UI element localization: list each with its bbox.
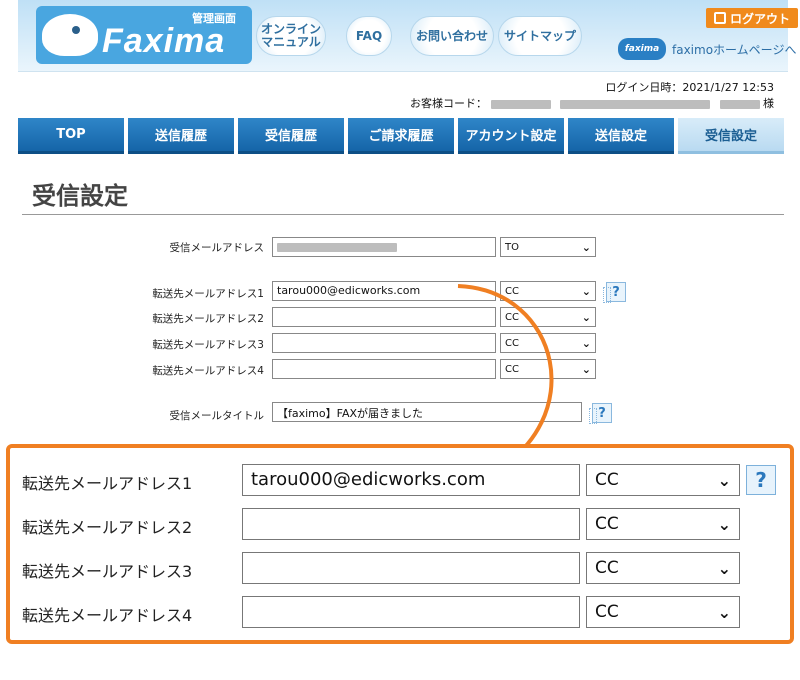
forward-email-4-label: 転送先メールアドレス4 bbox=[152, 365, 264, 377]
page-title: 受信設定 bbox=[32, 182, 128, 210]
zoom-forward-email-3-input[interactable] bbox=[242, 552, 580, 584]
tab-account-settings[interactable]: アカウント設定 bbox=[458, 118, 564, 154]
forward-email-4-select[interactable]: CC ⌄ bbox=[500, 359, 596, 379]
redacted-code bbox=[490, 99, 551, 109]
chevron-down-icon: ⌄ bbox=[581, 284, 591, 298]
main-tabs: TOP 送信履歴 受信履歴 ご請求履歴 アカウント設定 送信設定 受信設定 bbox=[18, 118, 784, 154]
zoom-forward-email-4-label: 転送先メールアドレス4 bbox=[22, 606, 193, 625]
tab-send-settings[interactable]: 送信設定 bbox=[568, 118, 674, 154]
nav-sitemap-label: サイトマップ bbox=[503, 28, 576, 43]
tab-top[interactable]: TOP bbox=[18, 118, 124, 154]
logout-label: ログアウト bbox=[729, 11, 790, 26]
receive-email-label: 受信メールアドレス bbox=[169, 242, 265, 254]
nav-contact-label: お問い合わせ bbox=[415, 28, 488, 43]
zoom-forward-email-3-label: 転送先メールアドレス3 bbox=[22, 562, 193, 581]
zoom-forward-email-1-select[interactable]: CC ⌄ bbox=[586, 464, 740, 496]
forward-email-3-select[interactable]: CC ⌄ bbox=[500, 333, 596, 353]
zoom-forward-email-2-label: 転送先メールアドレス2 bbox=[22, 518, 193, 537]
chevron-down-icon: ⌄ bbox=[717, 514, 731, 534]
chevron-down-icon: ⌄ bbox=[717, 470, 731, 490]
zoom-forward-email-3-select-value: CC bbox=[595, 558, 619, 578]
chevron-down-icon: ⌄ bbox=[717, 602, 731, 622]
help-icon[interactable]: ? bbox=[589, 403, 612, 424]
logo-name: Faxima bbox=[102, 22, 226, 60]
forward-email-1-input[interactable]: tarou000@edicworks.com bbox=[272, 281, 496, 301]
zoom-forward-email-1-input[interactable]: tarou000@edicworks.com bbox=[242, 464, 580, 496]
tab-billing-history[interactable]: ご請求履歴 bbox=[348, 118, 454, 154]
customer-code-line: お客様コード： 様 bbox=[410, 96, 774, 112]
mail-title-input[interactable]: 【faximo】FAXが届きました bbox=[272, 402, 582, 422]
login-info: ログイン日時：2021/1/27 12:53 お客様コード： 様 bbox=[410, 80, 774, 112]
faximo-small-logo: faxima bbox=[618, 38, 666, 60]
zoom-forward-email-1-select-value: CC bbox=[595, 470, 619, 490]
receive-email-select-value: TO bbox=[505, 241, 519, 253]
zoom-forward-email-2-input[interactable] bbox=[242, 508, 580, 540]
forward-email-2-input[interactable] bbox=[272, 307, 496, 327]
zoom-forward-email-4-select[interactable]: CC ⌄ bbox=[586, 596, 740, 628]
zoom-forward-email-3-select[interactable]: CC ⌄ bbox=[586, 552, 740, 584]
redacted-email bbox=[277, 242, 397, 252]
mascot-icon bbox=[42, 14, 98, 56]
login-datetime: ログイン日時：2021/1/27 12:53 bbox=[605, 81, 774, 94]
zoomed-forward-section: 転送先メールアドレス1 tarou000@edicworks.com CC ⌄ … bbox=[6, 444, 794, 644]
homepage-link-label: faximoホームページへ bbox=[672, 42, 797, 57]
mail-title-label: 受信メールタイトル bbox=[169, 410, 265, 422]
logout-button[interactable]: ログアウト bbox=[706, 8, 798, 28]
zoom-forward-email-4-select-value: CC bbox=[595, 602, 619, 622]
nav-faq[interactable]: FAQ bbox=[346, 16, 392, 56]
receive-email-select[interactable]: TO ⌄ bbox=[500, 237, 596, 257]
customer-code-label: お客様コード： bbox=[410, 97, 487, 110]
forward-email-3-label: 転送先メールアドレス3 bbox=[152, 339, 264, 351]
logout-icon bbox=[713, 12, 726, 24]
chevron-down-icon: ⌄ bbox=[717, 558, 731, 578]
tab-receive-settings[interactable]: 受信設定 bbox=[678, 118, 784, 154]
forward-email-4-select-value: CC bbox=[505, 363, 519, 375]
zoom-forward-email-4-input[interactable] bbox=[242, 596, 580, 628]
forward-email-3-select-value: CC bbox=[505, 337, 519, 349]
title-divider bbox=[22, 214, 784, 215]
forward-email-1-select-value: CC bbox=[505, 285, 519, 297]
nav-online-manual-label: オンライン マニュアル bbox=[260, 22, 321, 49]
nav-sitemap[interactable]: サイトマップ bbox=[498, 16, 582, 56]
forward-email-1-select[interactable]: CC ⌄ bbox=[500, 281, 596, 301]
forward-email-2-select[interactable]: CC ⌄ bbox=[500, 307, 596, 327]
header-banner: 管理画面 Faxima オンライン マニュアル FAQ お問い合わせ サイトマッ… bbox=[18, 0, 798, 72]
homepage-link[interactable]: faxima faximoホームページへ bbox=[618, 34, 798, 64]
tab-send-history[interactable]: 送信履歴 bbox=[128, 118, 234, 154]
zoom-forward-email-2-select[interactable]: CC ⌄ bbox=[586, 508, 740, 540]
chevron-down-icon: ⌄ bbox=[581, 310, 591, 324]
nav-online-manual[interactable]: オンライン マニュアル bbox=[256, 16, 326, 56]
help-icon[interactable]: ? bbox=[746, 465, 776, 495]
zoom-forward-email-2-select-value: CC bbox=[595, 514, 619, 534]
faximo-logo[interactable]: 管理画面 Faxima bbox=[36, 6, 252, 64]
forward-email-4-input[interactable] bbox=[272, 359, 496, 379]
nav-faq-label: FAQ bbox=[355, 28, 383, 43]
help-icon[interactable]: ? bbox=[603, 282, 626, 303]
honorific: 様 bbox=[763, 97, 774, 110]
forward-email-2-select-value: CC bbox=[505, 311, 519, 323]
redacted-name bbox=[719, 99, 760, 109]
zoom-forward-email-1-label: 転送先メールアドレス1 bbox=[22, 474, 193, 493]
redacted-company bbox=[560, 99, 710, 109]
receive-email-input[interactable] bbox=[272, 237, 496, 257]
chevron-down-icon: ⌄ bbox=[581, 362, 591, 376]
chevron-down-icon: ⌄ bbox=[581, 240, 591, 254]
nav-contact[interactable]: お問い合わせ bbox=[410, 16, 494, 56]
forward-email-2-label: 転送先メールアドレス2 bbox=[152, 313, 264, 325]
tab-receive-history[interactable]: 受信履歴 bbox=[238, 118, 344, 154]
forward-email-3-input[interactable] bbox=[272, 333, 496, 353]
forward-email-1-label: 転送先メールアドレス1 bbox=[152, 288, 264, 300]
chevron-down-icon: ⌄ bbox=[581, 336, 591, 350]
